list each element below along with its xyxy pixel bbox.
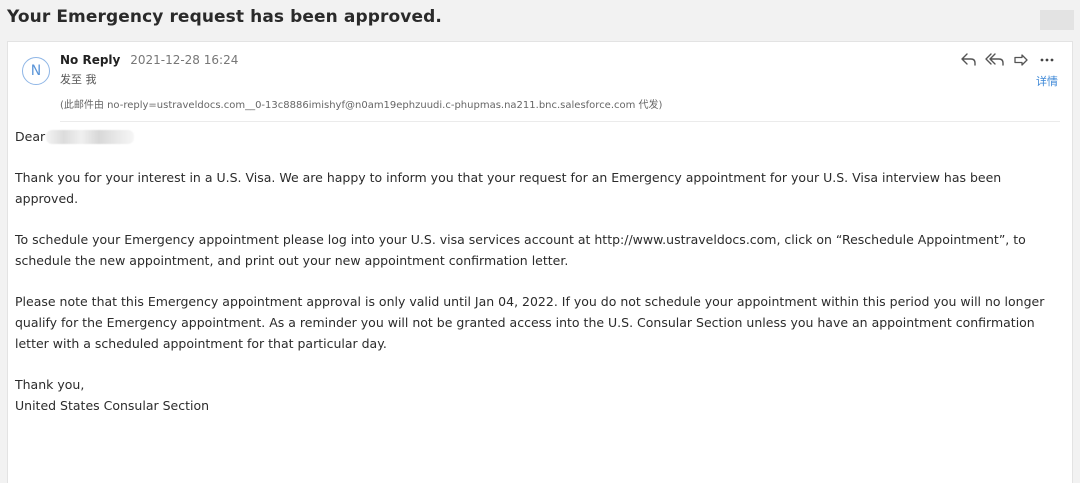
- sent-on-behalf-line: (此邮件由 no-reply=ustraveldocs.com__0-13c88…: [60, 100, 663, 111]
- more-icon: [1039, 53, 1055, 67]
- sent-datetime: 2021-12-28 16:24: [130, 53, 239, 67]
- subject-bar: Your Emergency request has been approved…: [0, 0, 1080, 40]
- email-view: Your Emergency request has been approved…: [0, 0, 1080, 483]
- sender-line: No Reply 2021-12-28 16:24: [60, 53, 238, 67]
- paragraph: Please note that this Emergency appointm…: [15, 294, 1045, 351]
- avatar[interactable]: N: [22, 57, 50, 85]
- reply-button[interactable]: [956, 50, 982, 70]
- signature: United States Consular Section: [15, 398, 210, 413]
- forward-icon: [1013, 53, 1029, 67]
- signoff: Thank you,: [15, 377, 85, 392]
- redacted-block: [1040, 10, 1074, 30]
- sender-name[interactable]: No Reply: [60, 53, 120, 67]
- email-subject: Your Emergency request has been approved…: [7, 7, 442, 27]
- greeting-line: Dear: [15, 126, 1055, 147]
- message-actions: [956, 50, 1060, 70]
- message-body: Dear Thank you for your interest in a U.…: [15, 126, 1055, 416]
- header-divider: [60, 121, 1060, 122]
- greeting: Dear: [15, 129, 46, 144]
- redacted-recipient-name: [46, 129, 135, 144]
- reply-all-button[interactable]: [982, 50, 1008, 70]
- details-link[interactable]: 详情: [1036, 73, 1058, 89]
- forward-button[interactable]: [1008, 50, 1034, 70]
- paragraph: Thank you for your interest in a U.S. Vi…: [15, 170, 1002, 206]
- more-button[interactable]: [1034, 50, 1060, 70]
- reply-icon: [961, 53, 977, 67]
- reply-all-icon: [985, 53, 1005, 67]
- paragraph: To schedule your Emergency appointment p…: [15, 232, 1026, 268]
- recipient-line: 发至 我: [60, 73, 97, 86]
